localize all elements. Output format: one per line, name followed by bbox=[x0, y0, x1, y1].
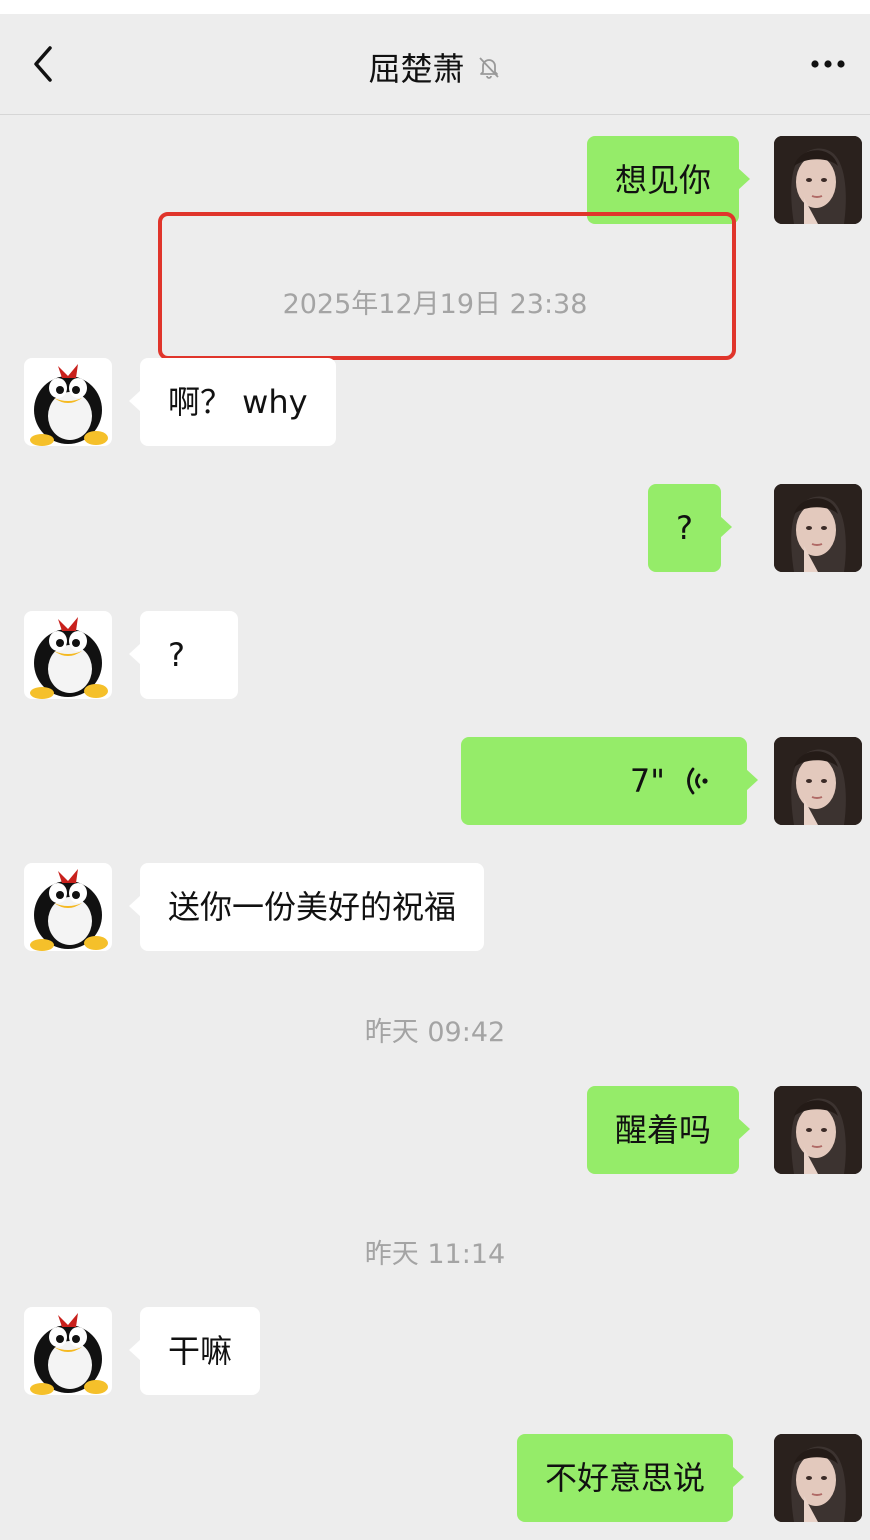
avatar-self[interactable] bbox=[774, 484, 862, 572]
message-bubble-self[interactable]: 醒着吗 bbox=[587, 1086, 751, 1174]
avatar-self[interactable] bbox=[774, 136, 862, 224]
message-bubble-other[interactable]: ? bbox=[129, 611, 238, 699]
portrait-avatar-image bbox=[774, 1434, 862, 1522]
avatar-self[interactable] bbox=[774, 1086, 862, 1174]
avatar-self[interactable] bbox=[774, 737, 862, 825]
penguin-avatar-image bbox=[24, 1307, 112, 1395]
penguin-avatar-image bbox=[24, 358, 112, 446]
message-bubble-self[interactable]: 想见你 bbox=[587, 136, 751, 224]
message-text: 想见你 bbox=[615, 161, 712, 199]
portrait-avatar-image bbox=[774, 136, 862, 224]
message-text: 干嘛 bbox=[168, 1332, 233, 1370]
message-bubble-self[interactable]: ? bbox=[648, 484, 732, 572]
message-text: 不好意思说 bbox=[545, 1459, 706, 1497]
highlight-annotation-box bbox=[158, 212, 736, 360]
voice-wave-icon bbox=[687, 767, 708, 795]
message-bubble-other[interactable]: 干嘛 bbox=[128, 1307, 261, 1395]
portrait-avatar-image bbox=[774, 737, 862, 825]
chat-header: 屈楚萧 bbox=[0, 14, 870, 115]
voice-message-bubble-self[interactable]: 7" bbox=[461, 737, 758, 825]
bell-off-icon bbox=[478, 57, 499, 79]
avatar-other[interactable] bbox=[24, 611, 112, 699]
message-text: ? bbox=[676, 509, 693, 547]
message-text: ? bbox=[168, 636, 185, 674]
voice-duration: 7" bbox=[629, 762, 665, 800]
timestamp: 昨天 11:14 bbox=[364, 1239, 506, 1270]
message-bubble-self[interactable]: 不好意思说 bbox=[517, 1434, 745, 1522]
message-text: 啊？ why bbox=[168, 383, 308, 421]
penguin-avatar-image bbox=[24, 863, 112, 951]
message-text: 醒着吗 bbox=[615, 1111, 712, 1149]
message-text: 送你一份美好的祝福 bbox=[168, 888, 457, 926]
timestamp: 昨天 09:42 bbox=[364, 1017, 506, 1048]
avatar-other[interactable] bbox=[24, 1307, 112, 1395]
avatar-other[interactable] bbox=[24, 863, 112, 951]
portrait-avatar-image bbox=[774, 1086, 862, 1174]
penguin-avatar-image bbox=[24, 611, 112, 699]
message-bubble-other[interactable]: 送你一份美好的祝福 bbox=[128, 863, 485, 951]
avatar-other[interactable] bbox=[24, 358, 112, 446]
portrait-avatar-image bbox=[774, 484, 862, 572]
more-button[interactable] bbox=[808, 44, 848, 84]
title-group: 屈楚萧 bbox=[0, 44, 870, 90]
more-dots-icon bbox=[811, 60, 845, 68]
chat-title: 屈楚萧 bbox=[368, 50, 465, 88]
avatar-self[interactable] bbox=[774, 1434, 862, 1522]
status-bar-strip bbox=[0, 0, 870, 14]
message-bubble-other[interactable]: 啊？ why bbox=[129, 358, 336, 446]
